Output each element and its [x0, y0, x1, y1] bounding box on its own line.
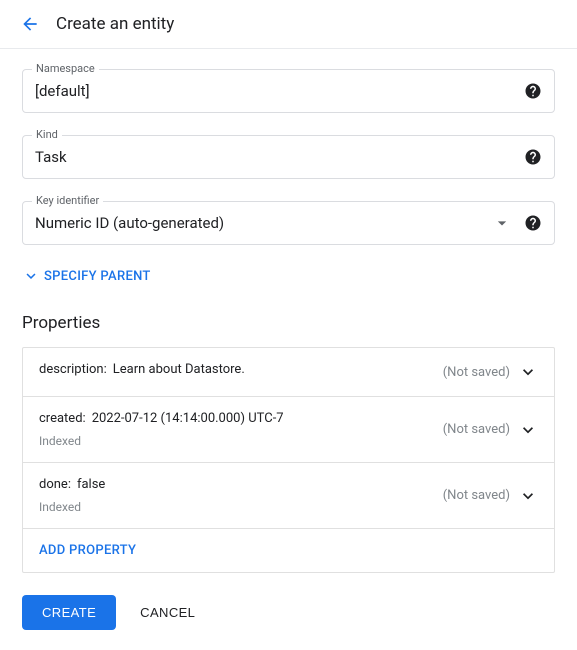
- back-arrow-icon[interactable]: [20, 14, 40, 34]
- help-icon[interactable]: [524, 214, 542, 232]
- key-identifier-label: Key identifier: [32, 194, 103, 207]
- dropdown-icon[interactable]: [492, 213, 512, 233]
- property-status: (Not saved): [443, 422, 510, 437]
- property-value: 2022-07-12 (14:14:00.000) UTC-7: [92, 411, 284, 426]
- kind-value: Task: [35, 148, 524, 166]
- property-indexed-label: Indexed: [39, 434, 443, 448]
- namespace-field[interactable]: Namespace [default]: [22, 69, 555, 113]
- kind-field[interactable]: Kind Task: [22, 135, 555, 179]
- key-identifier-value: Numeric ID (auto-generated): [35, 214, 492, 232]
- cancel-button[interactable]: CANCEL: [140, 605, 195, 620]
- property-value: Learn about Datastore.: [113, 362, 245, 377]
- property-value: false: [77, 477, 105, 492]
- property-indexed-label: Indexed: [39, 500, 443, 514]
- properties-list: description: Learn about Datastore. (Not…: [22, 347, 555, 573]
- property-row[interactable]: done: false Indexed (Not saved): [23, 463, 554, 529]
- specify-parent-toggle[interactable]: SPECIFY PARENT: [22, 267, 555, 285]
- namespace-label: Namespace: [32, 62, 99, 75]
- help-icon[interactable]: [524, 82, 542, 100]
- properties-heading: Properties: [22, 313, 555, 333]
- page-header: Create an entity: [0, 0, 577, 49]
- property-name: created:: [39, 411, 86, 426]
- property-row[interactable]: description: Learn about Datastore. (Not…: [23, 348, 554, 397]
- chevron-down-icon[interactable]: [518, 420, 538, 440]
- help-icon[interactable]: [524, 148, 542, 166]
- specify-parent-label: SPECIFY PARENT: [44, 269, 151, 284]
- chevron-down-icon[interactable]: [518, 486, 538, 506]
- action-bar: CREATE CANCEL: [22, 595, 555, 630]
- chevron-down-icon[interactable]: [518, 362, 538, 382]
- property-status: (Not saved): [443, 488, 510, 503]
- property-row[interactable]: created: 2022-07-12 (14:14:00.000) UTC-7…: [23, 397, 554, 463]
- create-button[interactable]: CREATE: [22, 595, 116, 630]
- property-name: description:: [39, 362, 107, 377]
- kind-label: Kind: [32, 128, 62, 141]
- chevron-down-icon: [22, 267, 40, 285]
- add-property-button[interactable]: ADD PROPERTY: [23, 529, 554, 572]
- property-status: (Not saved): [443, 365, 510, 380]
- namespace-value: [default]: [35, 82, 524, 100]
- property-name: done:: [39, 477, 71, 492]
- page-title: Create an entity: [56, 14, 174, 34]
- key-identifier-field[interactable]: Key identifier Numeric ID (auto-generate…: [22, 201, 555, 245]
